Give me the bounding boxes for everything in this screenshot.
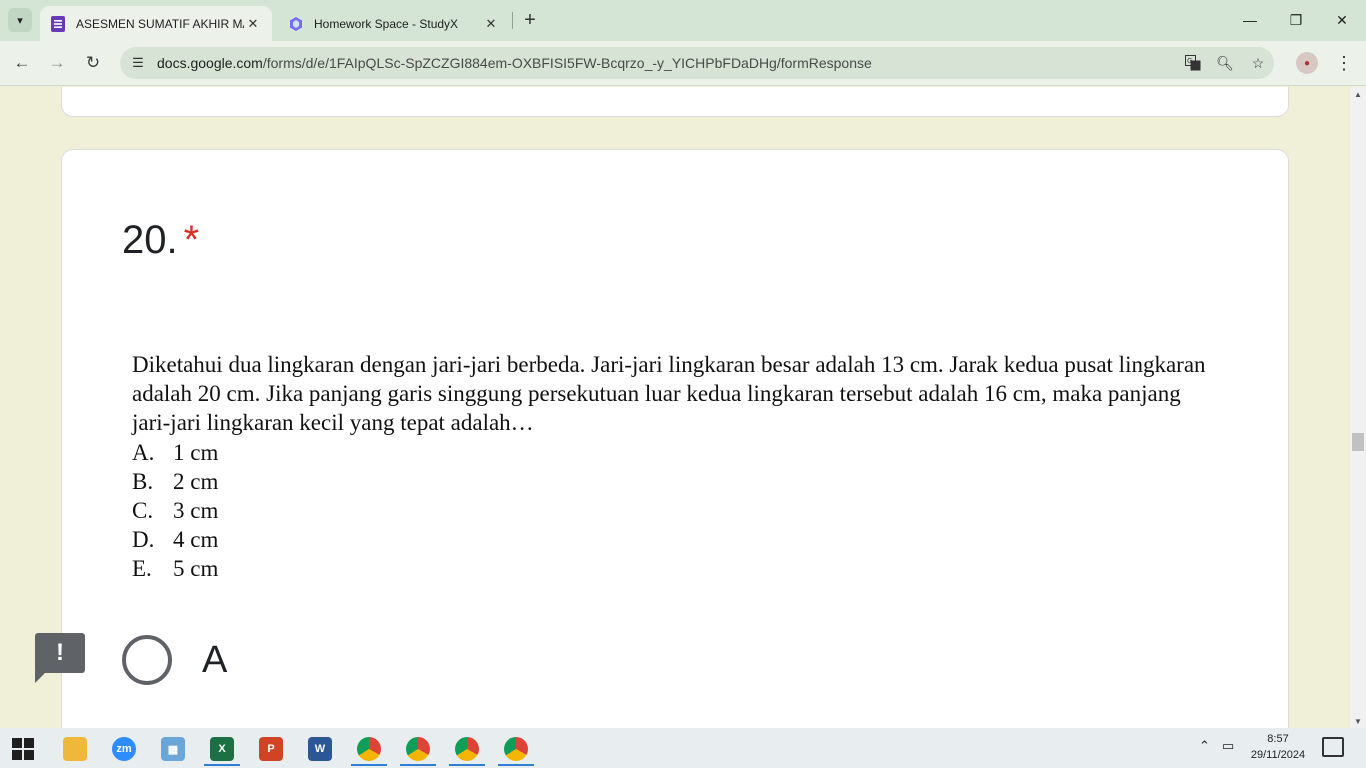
report-feedback-icon[interactable]: !	[35, 633, 85, 683]
page-viewport: 20. * Diketahui dua lingkaran dengan jari…	[0, 87, 1350, 728]
option-letter: B.	[132, 469, 154, 494]
option-item: B. 2 cm	[132, 467, 218, 496]
window-close-icon[interactable]: ✕	[1330, 8, 1354, 32]
file-explorer-icon[interactable]	[55, 732, 95, 766]
close-icon[interactable]: ✕	[482, 15, 500, 33]
chrome-profile-d-icon[interactable]	[447, 732, 487, 766]
option-letter: A.	[132, 440, 155, 465]
chrome-profile-icon[interactable]	[398, 732, 438, 766]
windows-taskbar: zm ▦ X P W ⌃ ▭ 8:57 29/11/2024	[0, 728, 1366, 768]
option-item: A. 1 cm	[132, 438, 218, 467]
answer-choice-a[interactable]: A	[122, 635, 227, 685]
answer-choice-label[interactable]: A	[202, 639, 227, 682]
page-scrollbar[interactable]: ▲ ▼	[1350, 87, 1366, 728]
option-text: 2 cm	[173, 469, 219, 494]
clock-date: 29/11/2024	[1250, 749, 1306, 761]
studyx-icon	[288, 16, 304, 32]
previous-question-card	[61, 87, 1289, 117]
battery-icon[interactable]: ▭	[1222, 738, 1234, 754]
translate-icon[interactable]: G	[1181, 51, 1205, 75]
clock-time: 8:57	[1267, 733, 1289, 745]
option-item: D. 4 cm	[132, 525, 218, 554]
tab-studyx[interactable]: Homework Space - StudyX ✕	[278, 6, 510, 41]
scrollbar-thumb[interactable]	[1352, 433, 1364, 451]
url-text[interactable]: docs.google.com/forms/d/e/1FAIpQLSc-SpZC…	[157, 55, 872, 71]
windows-start-icon[interactable]	[12, 738, 34, 760]
question-option-list: A. 1 cm B. 2 cm C. 3 cm D. 4 cm E. 5 cm	[132, 438, 218, 583]
url-path: /forms/d/e/1FAIpQLSc-SpZCZGI884em-OXBFIS…	[262, 55, 872, 71]
svg-text:G: G	[1187, 57, 1192, 65]
question-title: 20. *	[122, 218, 199, 263]
required-asterisk: *	[183, 218, 200, 262]
browser-toolbar: ← → ↻ ☰ docs.google.com/forms/d/e/1FAIpQ…	[0, 41, 1366, 86]
bookmark-star-icon[interactable]: ☆	[1246, 51, 1270, 75]
minimize-icon[interactable]: —	[1238, 8, 1262, 32]
radio-button[interactable]	[122, 635, 172, 685]
word-icon[interactable]: W	[300, 732, 340, 766]
tab-strip: ▾ ASESMEN SUMATIF AKHIR MAT ✕ Homework S…	[0, 0, 1366, 41]
restore-icon[interactable]: ❐	[1284, 8, 1308, 32]
tab-forms[interactable]: ASESMEN SUMATIF AKHIR MAT ✕	[40, 6, 272, 41]
close-icon[interactable]: ✕	[244, 15, 262, 33]
zoom-icon[interactable]: 🔍︎	[1213, 51, 1237, 75]
google-forms-icon	[50, 15, 66, 32]
url-host: docs.google.com	[157, 55, 263, 71]
tab-title: ASESMEN SUMATIF AKHIR MAT	[76, 16, 244, 31]
new-tab-button[interactable]: +	[518, 8, 542, 32]
chevron-up-icon[interactable]: ⌃	[1199, 738, 1210, 754]
powerpoint-icon[interactable]: P	[251, 732, 291, 766]
option-text: 1 cm	[173, 440, 219, 465]
reload-icon[interactable]: ↻	[80, 50, 106, 76]
question-image-text: Diketahui dua lingkaran dengan jari-jari…	[132, 352, 1206, 435]
scroll-up-icon[interactable]: ▲	[1350, 87, 1366, 101]
profile-avatar[interactable]: ●	[1296, 52, 1318, 74]
chrome-icon[interactable]	[349, 732, 389, 766]
excel-icon[interactable]: X	[202, 732, 242, 766]
tab-divider	[512, 12, 513, 29]
zoom-icon[interactable]: zm	[104, 732, 144, 766]
option-text: 5 cm	[173, 556, 219, 581]
question-number: 20.	[122, 218, 178, 262]
option-letter: D.	[132, 527, 155, 552]
chevron-down-icon: ▾	[17, 14, 23, 27]
option-item: E. 5 cm	[132, 554, 218, 583]
tab-title: Homework Space - StudyX	[314, 16, 459, 31]
option-item: C. 3 cm	[132, 496, 218, 525]
address-bar[interactable]: ☰ docs.google.com/forms/d/e/1FAIpQLSc-Sp…	[120, 47, 1274, 79]
back-icon[interactable]: ←	[9, 50, 35, 76]
more-menu-icon[interactable]: ⋮	[1334, 50, 1354, 76]
control-panel-icon[interactable]: ▦	[153, 732, 193, 766]
site-settings-icon[interactable]: ☰	[124, 49, 152, 77]
option-letter: C.	[132, 498, 154, 523]
option-text: 4 cm	[173, 527, 219, 552]
chrome-profile-w-icon[interactable]	[496, 732, 536, 766]
option-text: 3 cm	[173, 498, 219, 523]
question-card: 20. * Diketahui dua lingkaran dengan jari…	[61, 149, 1289, 728]
tab-search-button[interactable]: ▾	[8, 8, 32, 32]
option-letter: E.	[132, 556, 152, 581]
scroll-down-icon[interactable]: ▼	[1350, 714, 1366, 728]
forward-icon[interactable]: →	[44, 50, 70, 76]
system-clock[interactable]: 8:57 29/11/2024	[1240, 731, 1316, 763]
notification-icon[interactable]	[1322, 737, 1344, 757]
